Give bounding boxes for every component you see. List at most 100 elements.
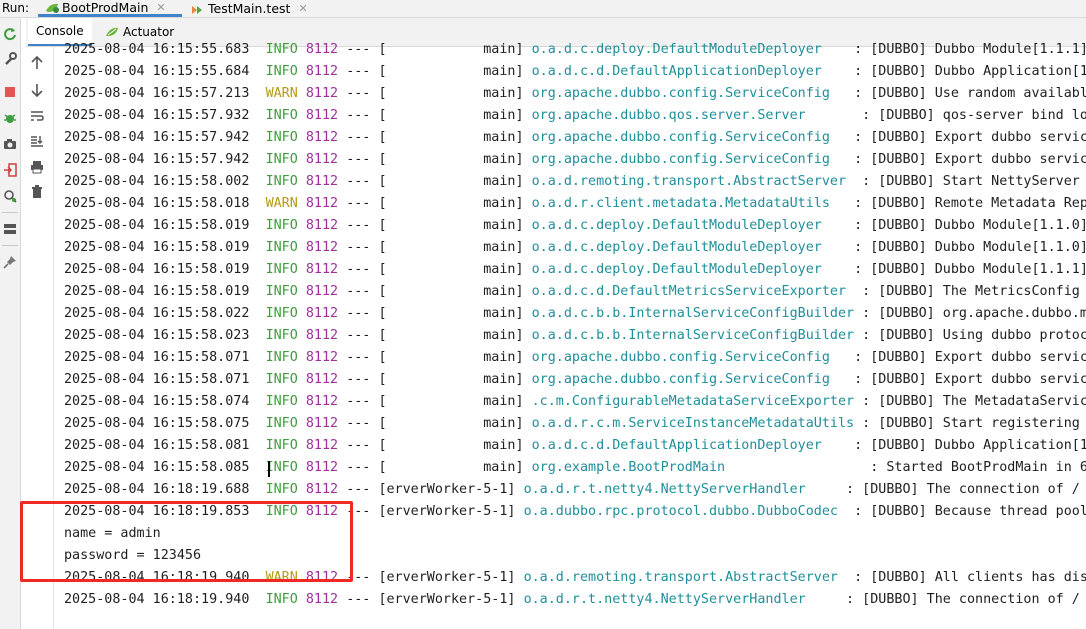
log-colon: : [854,130,863,145]
log-level: INFO [265,218,298,233]
log-colon: : [854,218,863,233]
log-thread: [ main] [378,42,524,57]
run-left-toolbar [0,18,21,629]
log-pid: 8112 [305,372,339,387]
log-colon [854,460,862,475]
log-logger: o.a.d.c.deploy.DefaultModuleDeployer [531,262,847,277]
log-thread: [ main] [378,350,524,365]
log-thread: [ main] [378,152,524,167]
log-pid: 8112 [305,196,339,211]
log-timestamp: 2025-08-04 16:15:58.023 [64,328,250,343]
log-line: 2025-08-04 16:18:19.940 INFO 8112 --- [e… [64,589,1080,611]
log-thread: [ main] [378,460,524,475]
log-thread: [erverWorker-5-1] [378,592,516,607]
up-arrow-icon[interactable] [29,55,45,71]
log-level: INFO [265,328,298,343]
tab-testmain-test[interactable]: TestMain.test ✕ [190,0,320,17]
log-separator: --- [346,152,371,167]
log-thread: [ main] [378,108,524,123]
log-colon: : [854,350,863,365]
log-level: INFO [265,130,298,145]
log-pid: 8112 [305,284,339,299]
log-timestamp: 2025-08-04 16:15:57.932 [64,108,250,123]
log-logger: o.a.d.r.client.metadata.MetadataUtils [531,196,847,211]
log-colon: : [854,504,863,519]
log-logger: o.a.d.r.t.netty4.NettyServerHandler [523,482,838,497]
soft-wrap-icon[interactable] [29,108,45,124]
log-timestamp: 2025-08-04 16:15:58.019 [64,240,250,255]
stop-icon[interactable] [2,84,18,100]
log-logger: org.example.BootProdMain [531,460,847,475]
wrench-icon[interactable] [2,51,18,67]
camera-icon[interactable] [2,136,18,152]
settings-search-icon[interactable] [2,188,18,204]
log-line: 2025-08-04 16:15:57.942 INFO 8112 --- [ … [64,127,1086,149]
log-level: INFO [265,108,298,123]
log-message: [DUBBO] Export dubbo servic [870,372,1086,387]
log-logger: org.apache.dubbo.config.ServiceConfig [531,350,847,365]
log-line: 2025-08-04 16:15:58.022 INFO 8112 --- [ … [64,303,1086,325]
rerun-icon[interactable] [2,26,18,42]
debug-icon[interactable] [2,110,18,126]
tab-bootprodmain[interactable]: BootProdMain ✕ [38,0,182,17]
log-separator: --- [346,42,371,57]
log-separator: --- [346,64,371,79]
log-pid: 8112 [305,130,339,145]
log-pid: 8112 [305,152,339,167]
log-thread: [ main] [378,218,524,233]
log-line: 2025-08-04 16:15:58.023 INFO 8112 --- [ … [64,325,1086,347]
login-icon[interactable] [2,162,18,178]
log-level: INFO [265,64,298,79]
log-thread: [ main] [378,86,524,101]
run-label: Run: [2,1,30,15]
trash-icon[interactable] [29,184,45,200]
log-logger: o.a.d.c.d.DefaultApplicationDeployer [531,438,847,453]
tab-label: BootProdMain [62,0,149,15]
log-line: 2025-08-04 16:15:58.018 WARN 8112 --- [ … [64,193,1086,215]
log-message: [DUBBO] Export dubbo servic [870,130,1086,145]
log-separator: --- [346,350,371,365]
log-level: INFO [265,438,298,453]
log-thread: [ main] [378,394,524,409]
close-icon[interactable]: ✕ [298,0,307,17]
log-pid: 8112 [305,64,339,79]
log-line: 2025-08-04 16:15:58.085 INFO 8112 --- [ … [64,457,1086,479]
log-level: INFO [265,482,298,497]
log-thread: [ main] [378,262,524,277]
tab-label: TestMain.test [208,1,291,16]
log-line: 2025-08-04 16:15:57.932 INFO 8112 --- [ … [64,105,1086,127]
highlight-annotation-box [20,501,353,582]
log-message: [DUBBO] Dubbo Application[1 [870,438,1086,453]
log-thread: [erverWorker-5-1] [378,482,516,497]
log-thread: [ main] [378,174,524,189]
log-pid: 8112 [305,592,339,607]
down-arrow-icon[interactable] [29,82,45,98]
print-icon[interactable] [29,159,45,175]
log-message: [DUBBO] The connection of / [862,482,1080,497]
log-thread: [ main] [378,196,524,211]
log-logger: o.a.d.r.t.netty4.NettyServerHandler [523,592,838,607]
log-line: 2025-08-04 16:15:58.002 INFO 8112 --- [ … [64,171,1086,193]
log-logger: org.apache.dubbo.config.ServiceConfig [531,372,847,387]
scroll-to-end-icon[interactable] [29,133,45,149]
log-logger: o.a.dubbo.rpc.protocol.dubbo.DubboCodec [523,504,847,519]
log-separator: --- [346,196,371,211]
log-colon: : [854,240,863,255]
log-timestamp: 2025-08-04 16:15:58.075 [64,416,250,431]
log-line: 2025-08-04 16:18:19.688 INFO 8112 --- [e… [64,479,1080,501]
log-thread: [erverWorker-5-1] [378,504,516,519]
log-timestamp: 2025-08-04 16:15:57.942 [64,152,250,167]
pin-icon[interactable] [2,254,18,270]
log-level: INFO [265,262,298,277]
log-message: [DUBBO] The connection of / [862,592,1080,607]
close-icon[interactable]: ✕ [156,0,165,16]
layout-icon[interactable] [2,221,18,237]
toolbar-divider [2,245,18,246]
log-pid: 8112 [305,240,339,255]
log-pid: 8112 [305,460,339,475]
log-level: INFO [265,350,298,365]
log-timestamp: 2025-08-04 16:15:58.071 [64,350,250,365]
log-timestamp: 2025-08-04 16:18:19.688 [64,482,250,497]
log-timestamp: 2025-08-04 16:15:58.074 [64,394,250,409]
log-level: INFO [265,152,298,167]
